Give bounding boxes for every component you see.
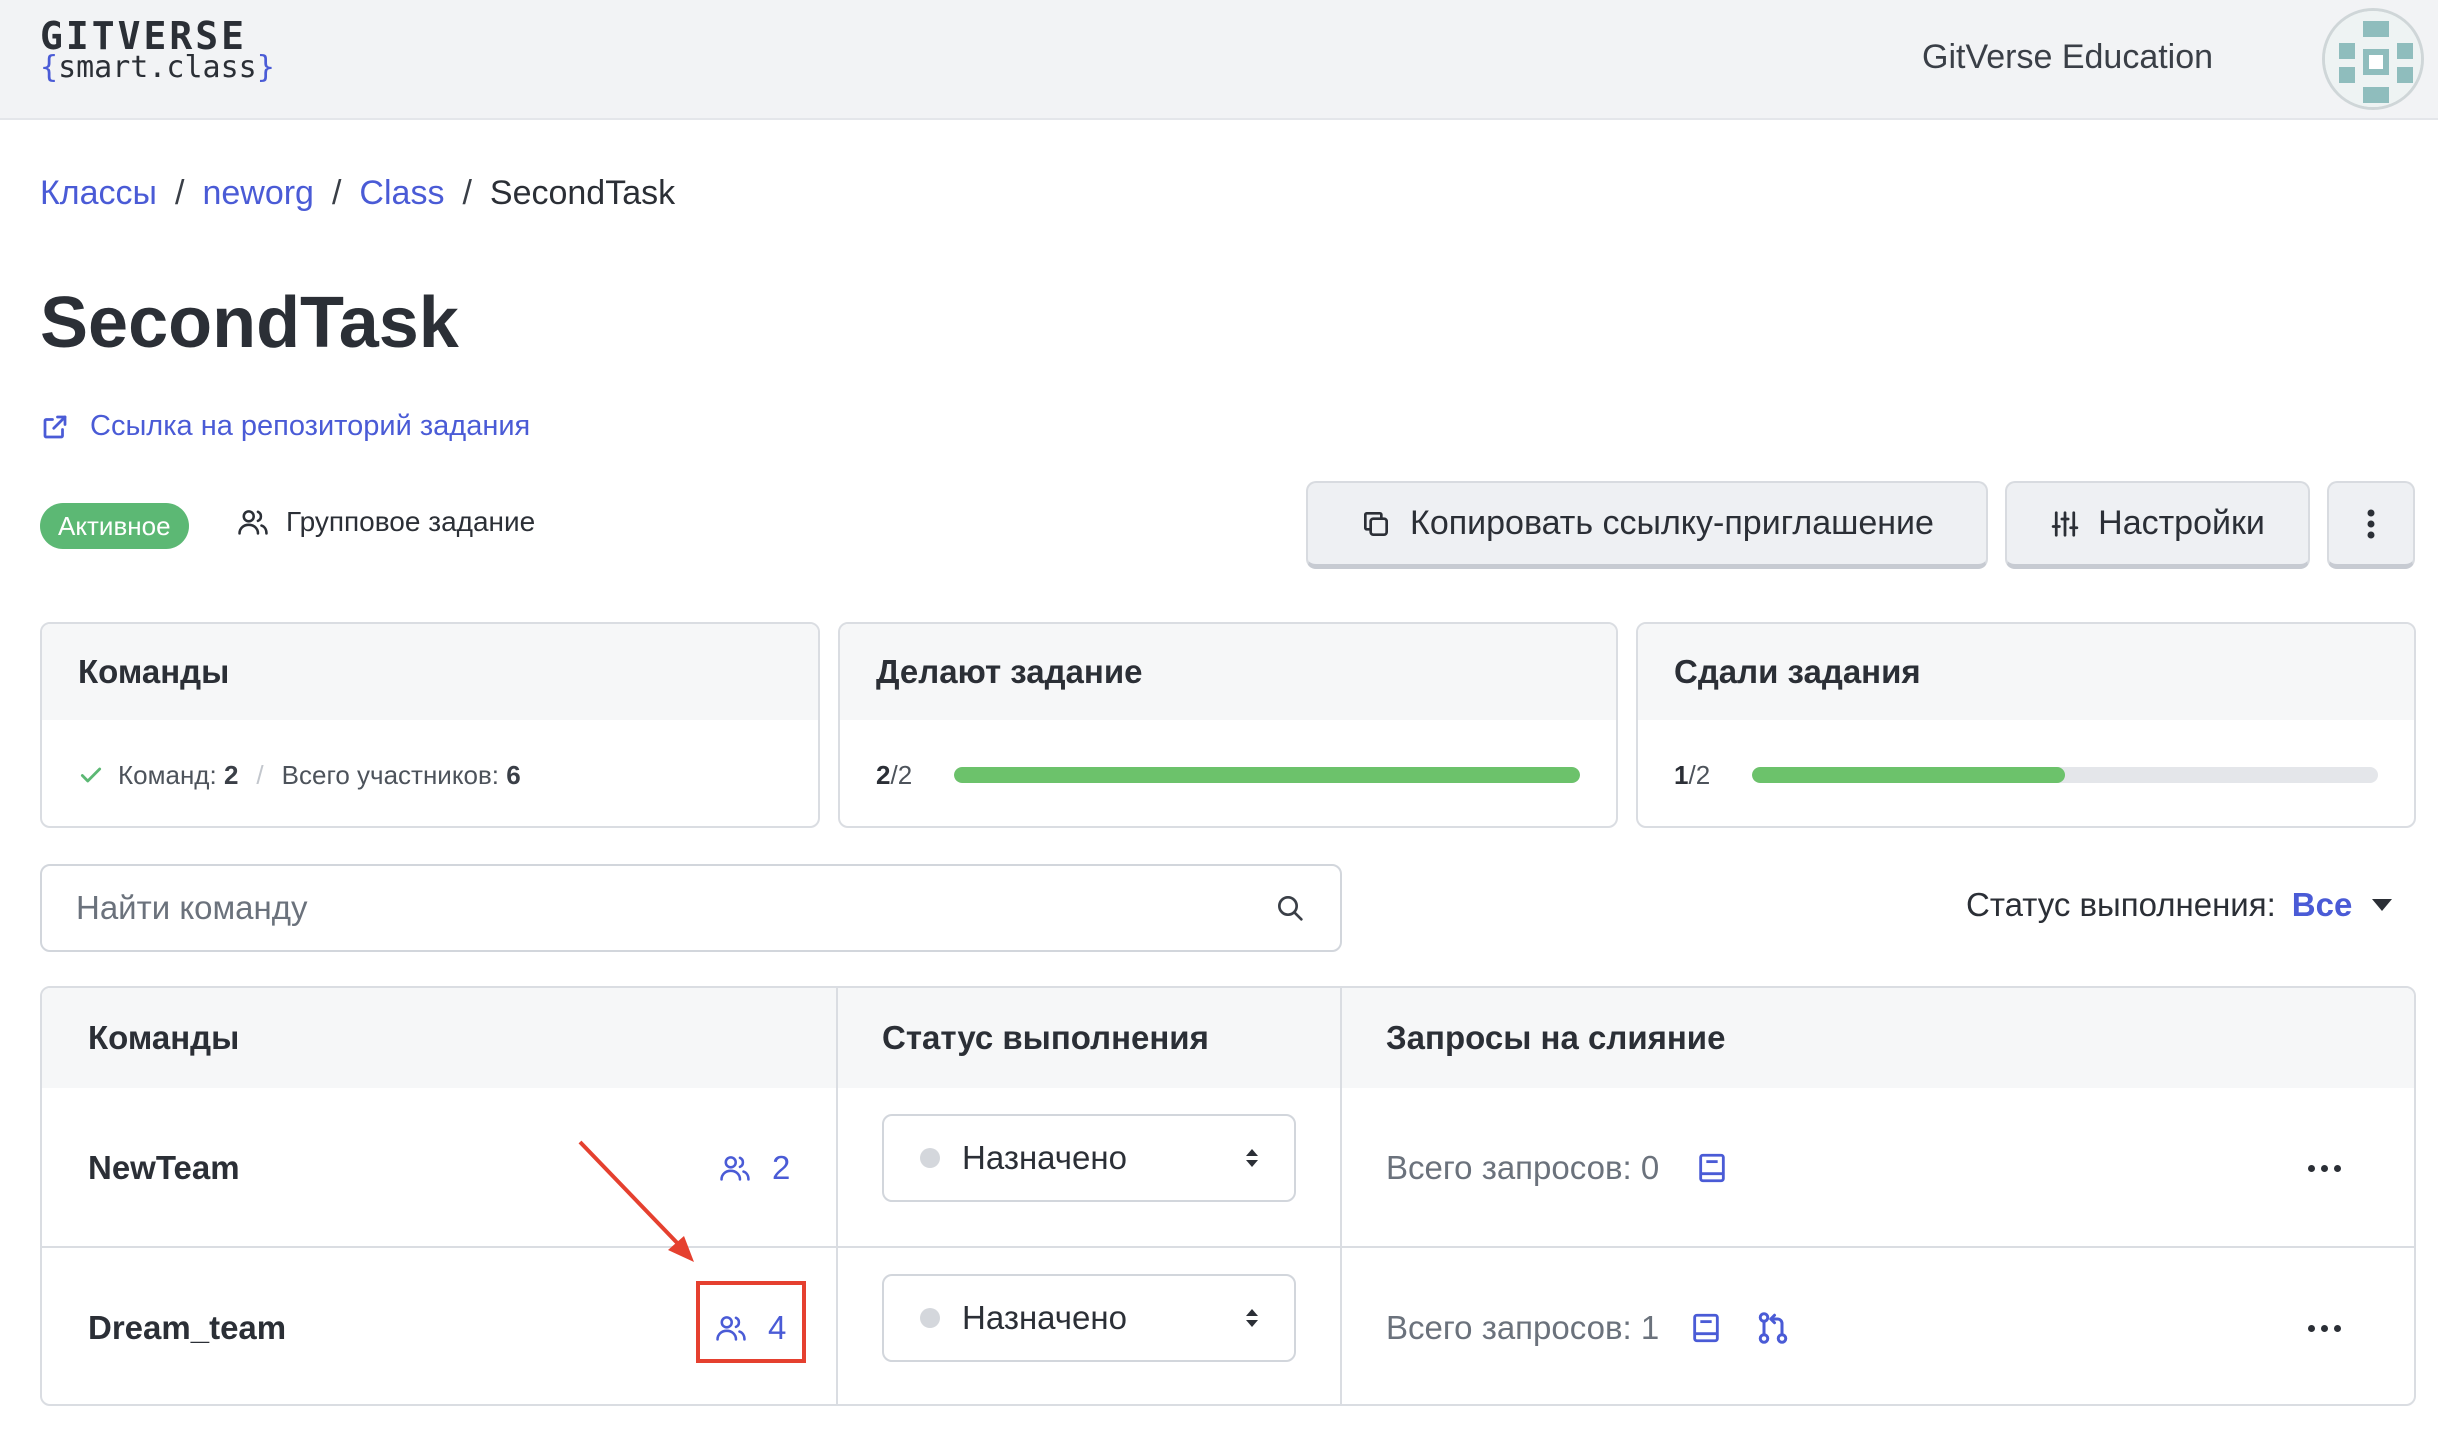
submitted-progress-label: 1/2 xyxy=(1674,760,1752,791)
breadcrumb-separator: / xyxy=(462,174,472,212)
repo-link[interactable]: Ссылка на репозиторий задания xyxy=(40,410,530,443)
teams-card: Команды Команд: 2 / Всего участников: 6 xyxy=(40,622,820,828)
sliders-icon xyxy=(2051,510,2079,537)
breadcrumb-link-class[interactable]: Class xyxy=(359,174,444,212)
team-name[interactable]: Dream_team xyxy=(88,1248,286,1404)
logo-subtitle-text: smart.class xyxy=(58,50,257,85)
status-select-value: Назначено xyxy=(962,1139,1127,1176)
settings-label: Настройки xyxy=(2098,504,2265,542)
doing-card: Делают задание 2/2 xyxy=(838,622,1618,828)
dot-icon xyxy=(2321,1164,2328,1172)
breadcrumb-link-org[interactable]: neworg xyxy=(202,174,314,212)
more-actions-button[interactable] xyxy=(2327,481,2415,569)
doing-done: 2 xyxy=(876,759,891,790)
kebab-menu-icon xyxy=(2367,509,2375,538)
stat-divider: / xyxy=(256,759,264,790)
task-type: Групповое задание xyxy=(236,505,535,539)
table-row: NewTeam 2 Назначено Всего запросов: 0 xyxy=(42,1088,2414,1248)
page-title: SecondTask xyxy=(40,283,459,363)
repo-link-text[interactable]: Ссылка на репозиторий задания xyxy=(90,410,530,443)
search-icon[interactable] xyxy=(1274,892,1306,924)
doing-total: /2 xyxy=(890,759,913,790)
dot-icon xyxy=(2334,1324,2341,1332)
team-members[interactable]: 2 xyxy=(718,1088,790,1248)
column-header-status: Статус выполнения xyxy=(882,1019,1209,1056)
dot-icon xyxy=(2308,1324,2315,1332)
submitted-progress-fill xyxy=(1752,767,2065,783)
breadcrumb-link-classes[interactable]: Классы xyxy=(40,174,157,212)
logo-brace-open: { xyxy=(40,50,59,85)
submitted-card-title: Сдали задания xyxy=(1638,624,2414,720)
merge-requests: Всего запросов: 0 xyxy=(1386,1088,1729,1248)
status-badge: Активное xyxy=(40,503,189,549)
status-select[interactable]: Назначено xyxy=(882,1114,1296,1202)
caret-down-icon[interactable] xyxy=(2372,899,2393,911)
avatar-pattern-icon xyxy=(2325,11,2421,107)
table-row: Dream_team 4 Назначено Всего запросов: 1 xyxy=(42,1248,2414,1404)
members-count-value: 6 xyxy=(506,759,521,790)
status-filter[interactable]: Статус выполнения: Все xyxy=(1966,886,2393,924)
status-dot xyxy=(920,1308,940,1328)
users-icon xyxy=(238,510,268,535)
avatar[interactable] xyxy=(2322,8,2424,110)
status-select[interactable]: Назначено xyxy=(882,1274,1296,1362)
settings-button[interactable]: Настройки xyxy=(2005,481,2310,569)
table-header xyxy=(42,988,2414,1088)
status-select-value: Назначено xyxy=(962,1299,1127,1336)
copy-icon xyxy=(1364,511,1389,536)
task-type-label: Групповое задание xyxy=(286,506,536,537)
row-menu-button[interactable] xyxy=(2308,1248,2341,1404)
teams-table: Команды Статус выполнения Запросы на сли… xyxy=(40,986,2416,1406)
check-icon xyxy=(80,767,102,783)
doing-progress-label: 2/2 xyxy=(876,760,954,791)
status-dot xyxy=(920,1148,940,1168)
pull-request-icon[interactable] xyxy=(1755,1310,1791,1346)
teams-count-value: 2 xyxy=(223,759,239,790)
submitted-done: 1 xyxy=(1674,759,1689,790)
book-icon[interactable] xyxy=(1689,1311,1723,1345)
breadcrumb-separator: / xyxy=(175,174,185,212)
breadcrumb: Классы / neworg / Class / SecondTask xyxy=(40,174,675,213)
breadcrumb-current: SecondTask xyxy=(489,174,676,212)
team-name[interactable]: NewTeam xyxy=(88,1088,240,1248)
merge-requests-count: Всего запросов: 1 xyxy=(1386,1309,1660,1346)
teams-count-label: Команд: xyxy=(118,759,217,790)
copy-invite-label: Копировать ссылку-приглашение xyxy=(1410,504,1934,542)
merge-requests: Всего запросов: 1 xyxy=(1386,1248,1791,1404)
select-arrows-icon xyxy=(1246,1309,1258,1327)
org-name[interactable]: GitVerse Education xyxy=(1922,38,2213,77)
team-members-count[interactable]: 2 xyxy=(772,1149,790,1187)
column-header-requests: Запросы на слияние xyxy=(1386,1019,1726,1056)
logo-brace-close: } xyxy=(256,50,275,85)
select-arrows-icon xyxy=(1246,1149,1258,1167)
search-input[interactable] xyxy=(76,889,1274,927)
dot-icon xyxy=(2308,1164,2315,1172)
doing-card-title: Делают задание xyxy=(840,624,1616,720)
book-icon[interactable] xyxy=(1695,1151,1729,1185)
dot-icon xyxy=(2334,1164,2341,1172)
external-link-icon xyxy=(43,415,67,438)
merge-requests-count: Всего запросов: 0 xyxy=(1386,1149,1660,1186)
members-count-label: Всего участников: xyxy=(281,759,499,790)
search-box xyxy=(40,864,1342,952)
status-filter-label: Статус выполнения: xyxy=(1966,886,2276,923)
submitted-total: /2 xyxy=(1688,759,1711,790)
annotation-highlight-box xyxy=(696,1281,806,1363)
app-header: GITVERSE {smart.class} GitVerse Educatio… xyxy=(0,0,2438,120)
column-header-teams: Команды xyxy=(88,1019,240,1056)
doing-progress-fill xyxy=(954,767,1580,783)
logo-subtitle: {smart.class} xyxy=(40,50,275,85)
status-filter-value[interactable]: Все xyxy=(2292,886,2353,924)
teams-card-title: Команды xyxy=(42,624,818,720)
submitted-progress-bar xyxy=(1752,767,2378,783)
breadcrumb-separator: / xyxy=(331,174,342,212)
dot-icon xyxy=(2321,1324,2328,1332)
copy-invite-button[interactable]: Копировать ссылку-приглашение xyxy=(1306,481,1988,569)
row-menu-button[interactable] xyxy=(2308,1088,2341,1248)
users-icon xyxy=(720,1156,750,1181)
doing-progress-bar xyxy=(954,767,1580,783)
submitted-card: Сдали задания 1/2 xyxy=(1636,622,2416,828)
